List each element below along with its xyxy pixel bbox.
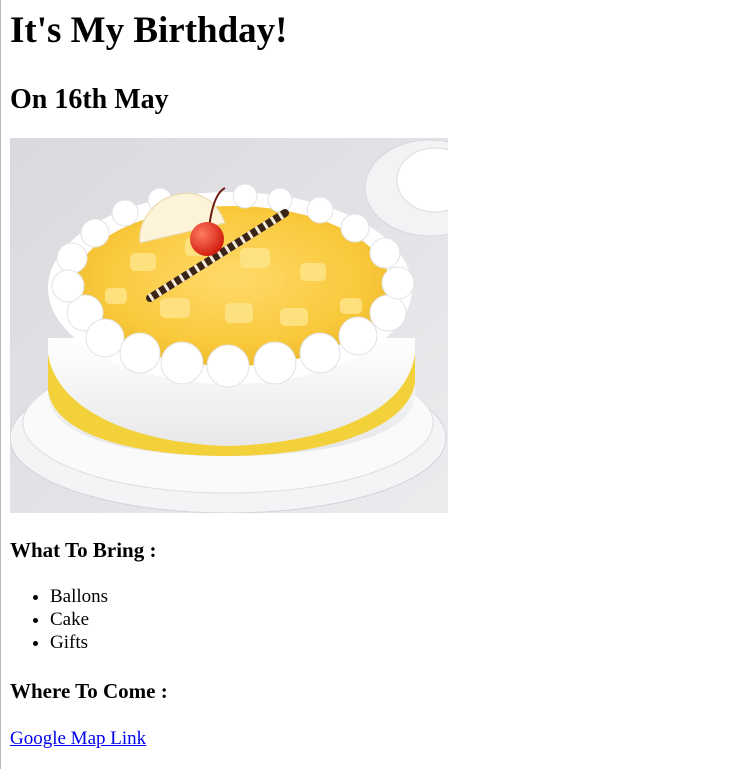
page-title: It's My Birthday! [10,10,288,51]
come-heading: Where To Come : [10,679,168,703]
page-content: It's My Birthday! On 16th May What To Br… [1,0,730,750]
event-date: On 16th May [10,84,169,115]
bring-heading: What To Bring : [10,538,157,562]
list-item: Gifts [50,631,730,654]
google-map-link[interactable]: Google Map Link [10,727,146,750]
list-item: Ballons [50,585,730,608]
bring-list: Ballons Cake Gifts [10,585,730,654]
cake-image [10,138,448,513]
list-item: Cake [50,608,730,631]
